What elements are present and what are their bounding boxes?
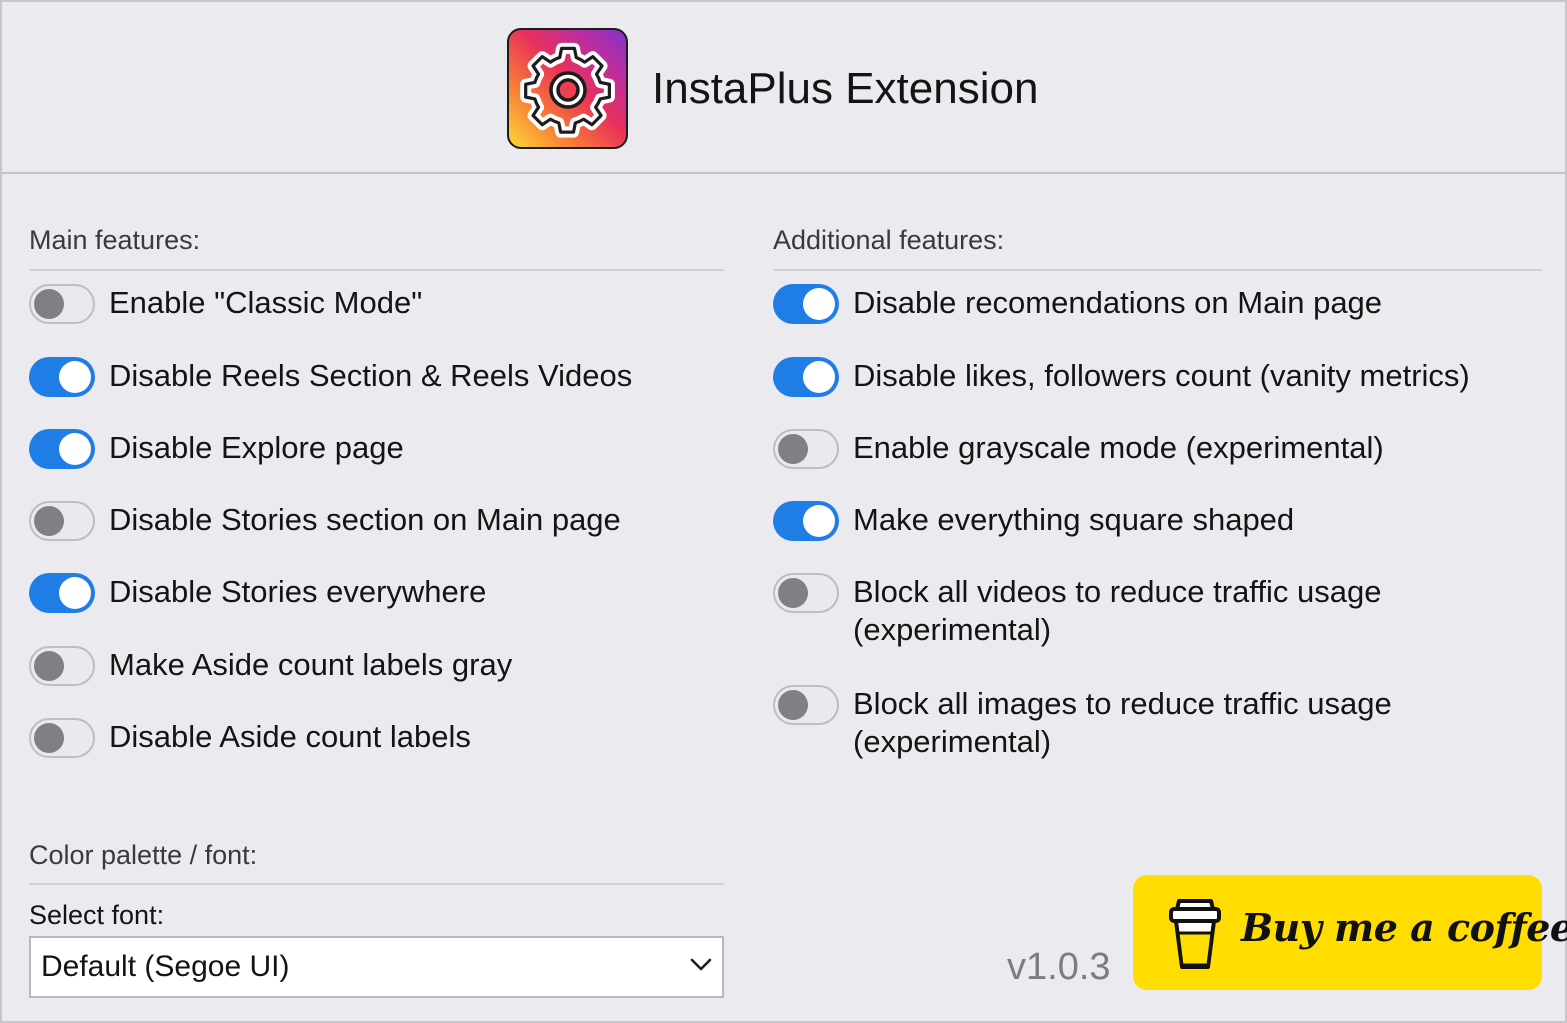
toggle-knob (59, 433, 91, 465)
toggle-knob (778, 434, 808, 464)
app-title: InstaPlus Extension (652, 64, 1039, 113)
main-features-divider (29, 269, 724, 271)
option-label: Disable likes, followers count (vanity m… (853, 357, 1470, 395)
option-label-line: (experimental) (853, 724, 1052, 759)
additional-features-divider (773, 269, 1542, 271)
chevron-down-icon (690, 958, 712, 971)
toggle-knob (59, 577, 91, 609)
option-label: Make everything square shaped (853, 501, 1294, 539)
font-select-value: Default (Segoe UI) (41, 950, 290, 983)
option-label-line: Enable "Classic Mode" (109, 285, 423, 320)
toggle-knob (59, 361, 91, 393)
header: InstaPlus Extension (2, 2, 1565, 174)
coffee-cup-icon (1169, 899, 1221, 969)
option-label-line: Disable Stories everywhere (109, 574, 487, 609)
option-label: Block all images to reduce traffic usage… (853, 685, 1392, 761)
feature-toggle[interactable] (773, 284, 839, 324)
main-features-heading: Main features: (29, 225, 201, 255)
option-label: Enable grayscale mode (experimental) (853, 429, 1384, 467)
feature-toggle[interactable] (29, 284, 95, 324)
coffee-button-label: Buy me a coffee (1241, 905, 1567, 950)
option-label-line: Disable Aside count labels (109, 719, 471, 754)
option-label-line: Disable Explore page (109, 430, 404, 465)
buy-me-a-coffee-button[interactable]: Buy me a coffee (1133, 875, 1567, 990)
palette-heading: Color palette / font: (29, 840, 258, 870)
feature-toggle[interactable] (29, 718, 95, 758)
feature-toggle[interactable] (773, 429, 839, 469)
toggle-knob (778, 578, 808, 608)
option-label: Disable Explore page (109, 429, 404, 467)
option-label: Disable Aside count labels (109, 718, 471, 756)
additional-features-heading: Additional features: (773, 225, 1005, 255)
feature-toggle[interactable] (29, 429, 95, 469)
toggle-knob (34, 651, 64, 681)
gear-icon (509, 30, 628, 149)
option-label: Disable Reels Section & Reels Videos (109, 357, 632, 395)
toggle-knob (803, 505, 835, 537)
option-label-line: Make everything square shaped (853, 502, 1295, 537)
extension-popup: InstaPlus Extension Main features: Enabl… (0, 0, 1567, 1023)
feature-toggle[interactable] (773, 501, 839, 541)
toggle-knob (34, 506, 64, 536)
toggle-knob (778, 690, 808, 720)
option-label-line: Enable grayscale mode (experimental) (853, 430, 1384, 465)
option-label-line: Disable Reels Section & Reels Videos (109, 358, 633, 393)
font-select-label: Select font: (29, 900, 165, 930)
option-label-line: Disable likes, followers count (vanity m… (853, 358, 1470, 393)
feature-toggle[interactable] (773, 357, 839, 397)
feature-toggle[interactable] (29, 357, 95, 397)
feature-toggle[interactable] (29, 573, 95, 613)
app-logo (507, 28, 628, 149)
option-label: Disable Stories everywhere (109, 573, 486, 611)
toggle-knob (34, 289, 64, 319)
option-label: Enable "Classic Mode" (109, 284, 422, 322)
palette-divider (29, 883, 724, 885)
option-label-line: Make Aside count labels gray (109, 647, 513, 682)
toggle-knob (34, 723, 64, 753)
toggle-knob (803, 361, 835, 393)
version-label: v1.0.3 (1007, 946, 1111, 988)
feature-toggle[interactable] (773, 573, 839, 613)
option-label: Block all videos to reduce traffic usage… (853, 573, 1381, 649)
option-label: Make Aside count labels gray (109, 646, 512, 684)
feature-toggle[interactable] (773, 685, 839, 725)
option-label-line: Disable recomendations on Main page (853, 285, 1383, 320)
option-label-line: (experimental) (853, 612, 1052, 647)
font-select[interactable]: Default (Segoe UI) (29, 936, 724, 998)
option-label-line: Disable Stories section on Main page (109, 502, 621, 537)
option-label: Disable Stories section on Main page (109, 501, 621, 539)
option-label-line: Block all images to reduce traffic usage (853, 686, 1392, 721)
feature-toggle[interactable] (29, 646, 95, 686)
option-label: Disable recomendations on Main page (853, 284, 1382, 322)
toggle-knob (803, 288, 835, 320)
feature-toggle[interactable] (29, 501, 95, 541)
option-label-line: Block all videos to reduce traffic usage (853, 574, 1382, 609)
